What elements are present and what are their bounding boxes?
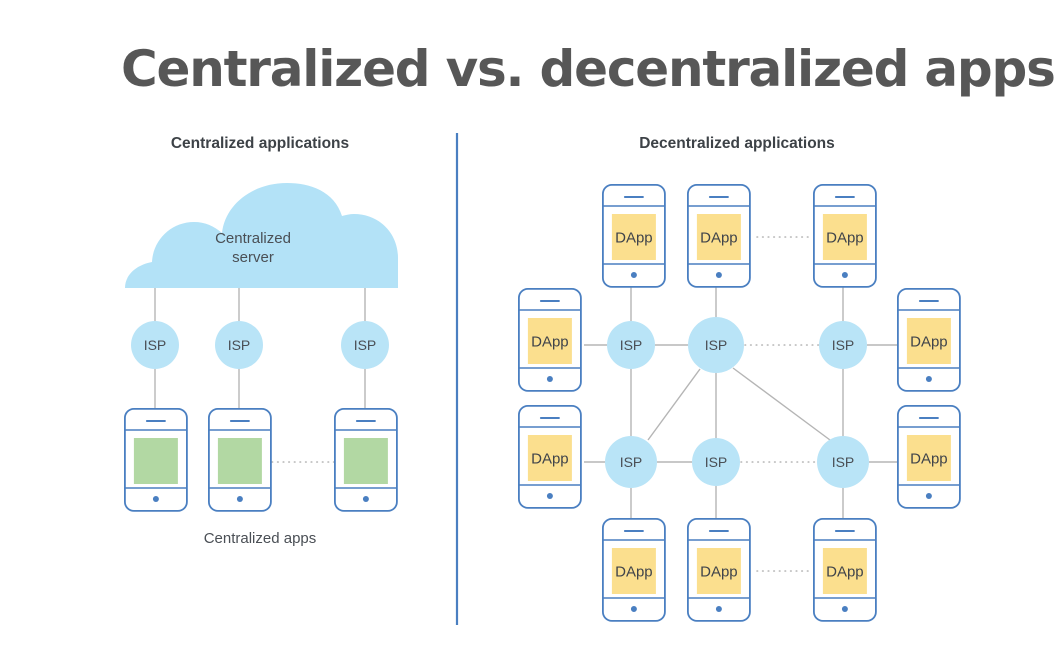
phone-device[interactable]: DApp <box>686 183 751 288</box>
phone-home-button-icon[interactable] <box>152 496 159 502</box>
isp-node[interactable]: ISP <box>692 438 740 486</box>
phone-screen-label: DApp <box>826 230 864 247</box>
phone-screen-label: DApp <box>700 230 738 247</box>
isp-node-label: ISP <box>144 337 167 353</box>
phone-device[interactable] <box>207 407 272 512</box>
isp-node[interactable]: ISP <box>607 321 655 369</box>
phone-home-button-icon[interactable] <box>546 493 553 499</box>
phone-home-button-icon[interactable] <box>715 272 722 278</box>
isp-node[interactable]: ISP <box>688 317 744 373</box>
phone-device[interactable]: DApp <box>601 517 666 622</box>
isp-node-label: ISP <box>832 337 855 353</box>
isp-node[interactable]: ISP <box>605 436 657 488</box>
isp-node-label: ISP <box>705 337 728 353</box>
phone-device[interactable]: DApp <box>517 287 582 392</box>
isp-node-label: ISP <box>832 454 855 470</box>
right-phone-group: DApp DApp DApp DApp DApp DApp DApp DApp DApp DApp <box>517 183 961 622</box>
phone-home-button-icon[interactable] <box>925 376 932 382</box>
connector-line <box>732 367 831 441</box>
page-title: Centralized vs. decentralized apps <box>121 40 1055 98</box>
phone-home-button-icon[interactable] <box>715 606 722 612</box>
isp-node-label: ISP <box>620 454 643 470</box>
isp-node[interactable]: ISP <box>819 321 867 369</box>
isp-node-label: ISP <box>620 337 643 353</box>
isp-node[interactable]: ISP <box>817 436 869 488</box>
left-phone-group <box>123 407 398 512</box>
phone-screen-label: DApp <box>615 230 653 247</box>
left-isp-node-group: ISP ISP ISP <box>131 321 389 369</box>
phone-home-button-icon[interactable] <box>841 606 848 612</box>
phone-screen-label: DApp <box>615 564 653 581</box>
phone-device[interactable]: DApp <box>686 517 751 622</box>
phone-home-button-icon[interactable] <box>630 272 637 278</box>
right-isp-node-group: ISP ISP ISP ISP ISP ISP <box>605 317 869 488</box>
phone-screen-label: DApp <box>531 334 569 351</box>
isp-node-label: ISP <box>354 337 377 353</box>
centralized-server-cloud: Centralized server <box>125 183 398 288</box>
right-panel: Decentralized applications ISP ISP ISPISP I… <box>517 135 961 622</box>
phone-device[interactable]: DApp <box>517 404 582 509</box>
isp-node[interactable]: ISP <box>131 321 179 369</box>
right-panel-heading: Decentralized applications <box>639 135 835 152</box>
cloud-label-line1: Centralized <box>215 230 291 247</box>
phone-device[interactable]: DApp <box>896 404 961 509</box>
centralized-vs-decentralized-diagram: Centralized vs. decentralized apps Centr… <box>121 40 1055 625</box>
phone-device[interactable]: DApp <box>601 183 666 288</box>
phone-home-button-icon[interactable] <box>362 496 369 502</box>
phone-home-button-icon[interactable] <box>236 496 243 502</box>
phone-device[interactable] <box>123 407 188 512</box>
isp-node-label: ISP <box>705 454 728 470</box>
phone-screen-label: DApp <box>531 451 569 468</box>
isp-node-label: ISP <box>228 337 251 353</box>
diagram-canvas: Centralized vs. decentralized apps Centr… <box>0 0 1055 655</box>
right-dotted-connector-lines <box>740 236 820 572</box>
phone-device[interactable]: DApp <box>812 517 877 622</box>
phone-screen <box>343 438 388 484</box>
isp-node[interactable]: ISP <box>215 321 263 369</box>
phone-home-button-icon[interactable] <box>925 493 932 499</box>
phone-screen-label: DApp <box>826 564 864 581</box>
phone-home-button-icon[interactable] <box>630 606 637 612</box>
phone-screen <box>217 438 262 484</box>
centralized-apps-caption: Centralized apps <box>204 530 317 547</box>
isp-node[interactable]: ISP <box>341 321 389 369</box>
phone-home-button-icon[interactable] <box>546 376 553 382</box>
phone-screen-label: DApp <box>700 564 738 581</box>
connector-line <box>647 368 701 441</box>
phone-home-button-icon[interactable] <box>841 272 848 278</box>
left-panel: Centralized applications Centralized ser… <box>123 135 398 547</box>
phone-screen-label: DApp <box>910 334 948 351</box>
left-panel-heading: Centralized applications <box>171 135 349 152</box>
phone-device[interactable]: DApp <box>812 183 877 288</box>
phone-screen-label: DApp <box>910 451 948 468</box>
phone-device[interactable] <box>333 407 398 512</box>
phone-screen <box>133 438 178 484</box>
phone-device[interactable]: DApp <box>896 287 961 392</box>
cloud-label-line2: server <box>232 249 274 266</box>
